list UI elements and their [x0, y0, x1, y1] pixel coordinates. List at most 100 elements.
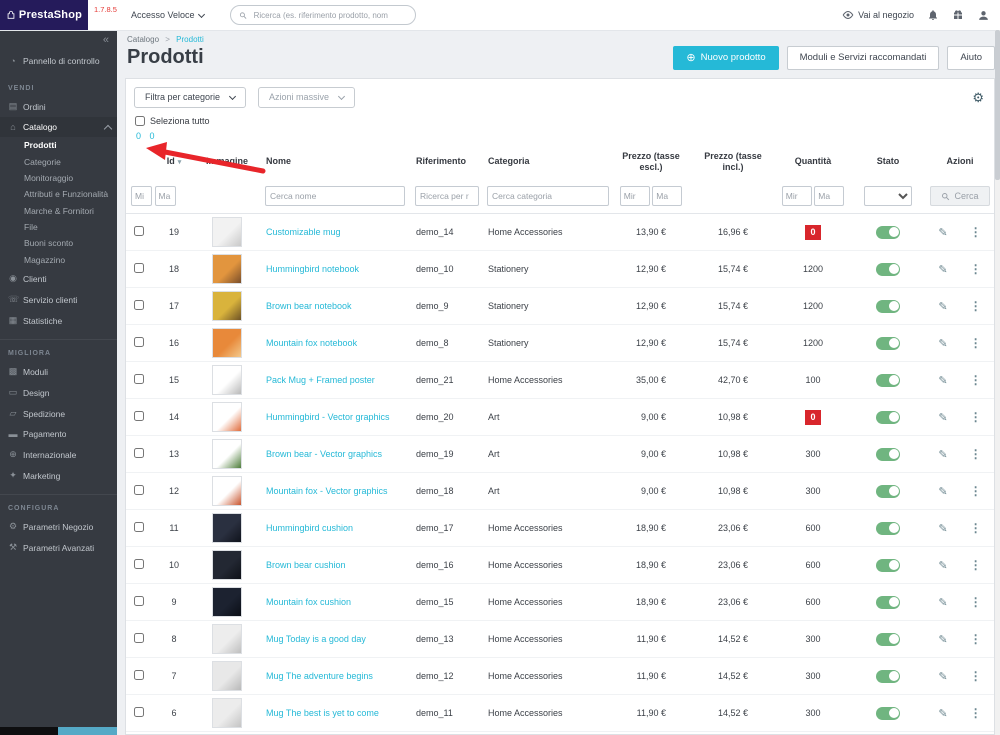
- edit-pencil-icon[interactable]: ✎: [938, 522, 947, 535]
- sidebar-item-parametri-negozio[interactable]: ⚙ Parametri Negozio: [0, 516, 117, 537]
- row-checkbox[interactable]: [134, 670, 144, 680]
- product-name-link[interactable]: Brown bear - Vector graphics: [266, 449, 382, 459]
- sidebar-item-catalogo[interactable]: ⌂ Catalogo: [0, 117, 117, 137]
- status-toggle[interactable]: [876, 595, 900, 609]
- kebab-menu-icon[interactable]: ⋮: [970, 336, 982, 350]
- row-checkbox[interactable]: [134, 522, 144, 532]
- search-button[interactable]: Cerca: [930, 186, 990, 206]
- bulk-actions-button[interactable]: Azioni massive: [258, 86, 356, 108]
- row-checkbox[interactable]: [134, 263, 144, 273]
- sidebar-subitem-file[interactable]: File: [0, 219, 117, 235]
- filter-price-min-input[interactable]: [619, 186, 650, 206]
- header-search[interactable]: [230, 5, 417, 25]
- sort-icon[interactable]: ▾: [178, 159, 182, 166]
- product-name-link[interactable]: Mug Today is a good day: [266, 634, 366, 644]
- row-checkbox[interactable]: [134, 633, 144, 643]
- edit-pencil-icon[interactable]: ✎: [938, 596, 947, 609]
- row-checkbox[interactable]: [134, 559, 144, 569]
- kebab-menu-icon[interactable]: ⋮: [970, 299, 982, 313]
- kebab-menu-icon[interactable]: ⋮: [970, 595, 982, 609]
- status-toggle[interactable]: [876, 299, 900, 313]
- status-toggle[interactable]: [876, 447, 900, 461]
- breadcrumb-parent[interactable]: Catalogo: [127, 35, 159, 44]
- sidebar-item-parametri-avanzati[interactable]: ⚒ Parametri Avanzati: [0, 537, 117, 558]
- filter-reference-input[interactable]: [415, 186, 479, 206]
- product-name-link[interactable]: Hummingbird notebook: [266, 264, 359, 274]
- kebab-menu-icon[interactable]: ⋮: [970, 706, 982, 720]
- sidebar-item-clienti[interactable]: ◉ Clienti: [0, 268, 117, 289]
- status-toggle[interactable]: [876, 336, 900, 350]
- gift-icon[interactable]: [952, 9, 964, 21]
- edit-pencil-icon[interactable]: ✎: [938, 411, 947, 424]
- sidebar-subitem-attributi-e-funzionalit[interactable]: Attributi e Funzionalità: [0, 186, 117, 202]
- edit-pencil-icon[interactable]: ✎: [938, 559, 947, 572]
- scrollbar[interactable]: [995, 30, 1000, 735]
- product-name-link[interactable]: Brown bear notebook: [266, 301, 352, 311]
- filter-price-max-input[interactable]: [652, 186, 683, 206]
- row-checkbox[interactable]: [134, 226, 144, 236]
- edit-pencil-icon[interactable]: ✎: [938, 300, 947, 313]
- quick-access-menu[interactable]: Accesso Veloce: [131, 10, 206, 20]
- status-toggle[interactable]: [876, 484, 900, 498]
- status-toggle[interactable]: [876, 521, 900, 535]
- filter-qty-min-input[interactable]: [781, 186, 812, 206]
- sidebar-subitem-monitoraggio[interactable]: Monitoraggio: [0, 170, 117, 186]
- status-toggle[interactable]: [876, 225, 900, 239]
- product-name-link[interactable]: Customizable mug: [266, 227, 341, 237]
- filter-id-min-input[interactable]: [131, 186, 152, 206]
- sidebar-item-spedizione[interactable]: ▱ Spedizione: [0, 403, 117, 424]
- product-name-link[interactable]: Mountain fox cushion: [266, 597, 351, 607]
- sidebar-item-ordini[interactable]: ▤ Ordini: [0, 96, 117, 117]
- edit-pencil-icon[interactable]: ✎: [938, 670, 947, 683]
- gear-icon[interactable]: ⚙: [972, 91, 984, 104]
- edit-pencil-icon[interactable]: ✎: [938, 337, 947, 350]
- select-all-checkbox[interactable]: [135, 115, 145, 126]
- view-shop-link[interactable]: Vai al negozio: [842, 9, 914, 21]
- sidebar-subitem-prodotti[interactable]: Prodotti: [0, 137, 117, 153]
- sidebar-subitem-buoni-sconto[interactable]: Buoni sconto: [0, 235, 117, 251]
- sidebar-item-internazionale[interactable]: ⊕ Internazionale: [0, 444, 117, 465]
- select-all[interactable]: Seleziona tutto: [135, 115, 210, 126]
- edit-pencil-icon[interactable]: ✎: [938, 374, 947, 387]
- row-checkbox[interactable]: [134, 300, 144, 310]
- filter-category-input[interactable]: [487, 186, 609, 206]
- row-checkbox[interactable]: [134, 411, 144, 421]
- status-toggle[interactable]: [876, 558, 900, 572]
- notifications-bell-icon[interactable]: [927, 9, 939, 21]
- row-checkbox[interactable]: [134, 374, 144, 384]
- sidebar-item-pannello-di-controllo[interactable]: ◔ Pannello di controllo: [0, 48, 117, 75]
- sidebar-subitem-magazzino[interactable]: Magazzino: [0, 252, 117, 268]
- prestashop-logo[interactable]: PrestaShop: [0, 0, 88, 30]
- edit-pencil-icon[interactable]: ✎: [938, 263, 947, 276]
- status-toggle[interactable]: [876, 373, 900, 387]
- account-icon[interactable]: [977, 9, 990, 22]
- kebab-menu-icon[interactable]: ⋮: [970, 262, 982, 276]
- product-name-link[interactable]: Hummingbird cushion: [266, 523, 353, 533]
- edit-pencil-icon[interactable]: ✎: [938, 485, 947, 498]
- product-name-link[interactable]: Mug The adventure begins: [266, 671, 373, 681]
- recommended-modules-button[interactable]: Moduli e Servizi raccomandati: [786, 46, 940, 70]
- kebab-menu-icon[interactable]: ⋮: [970, 558, 982, 572]
- status-toggle[interactable]: [876, 706, 900, 720]
- sidebar-subitem-categorie[interactable]: Categorie: [0, 153, 117, 169]
- filter-name-input[interactable]: [265, 186, 405, 206]
- new-product-button[interactable]: ⊕ Nuovo prodotto: [673, 46, 779, 70]
- kebab-menu-icon[interactable]: ⋮: [970, 447, 982, 461]
- product-name-link[interactable]: Mountain fox notebook: [266, 338, 357, 348]
- kebab-menu-icon[interactable]: ⋮: [970, 484, 982, 498]
- product-name-link[interactable]: Mug The best is yet to come: [266, 708, 379, 718]
- row-checkbox[interactable]: [134, 707, 144, 717]
- product-name-link[interactable]: Mountain fox - Vector graphics: [266, 486, 388, 496]
- status-toggle[interactable]: [876, 410, 900, 424]
- status-toggle[interactable]: [876, 262, 900, 276]
- row-checkbox[interactable]: [134, 485, 144, 495]
- filter-status-select[interactable]: [864, 186, 912, 206]
- kebab-menu-icon[interactable]: ⋮: [970, 632, 982, 646]
- edit-pencil-icon[interactable]: ✎: [938, 707, 947, 720]
- sidebar-item-statistiche[interactable]: ▦ Statistiche: [0, 310, 117, 331]
- sidebar-collapse-button[interactable]: «: [0, 30, 117, 48]
- status-toggle[interactable]: [876, 669, 900, 683]
- sidebar-item-pagamento[interactable]: ▬ Pagamento: [0, 424, 117, 444]
- breadcrumb-current[interactable]: Prodotti: [176, 35, 204, 44]
- help-button[interactable]: Aiuto: [947, 46, 995, 70]
